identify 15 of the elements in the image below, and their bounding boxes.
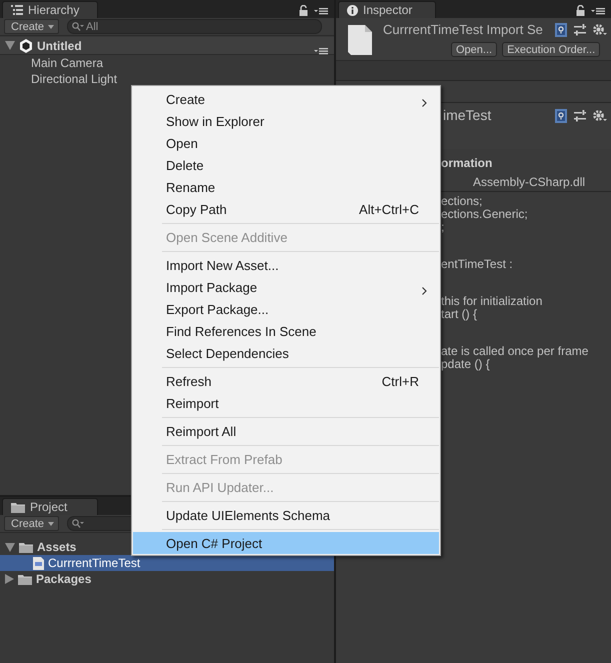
import-settings-title: CurrrentTimeTest Import Se bbox=[383, 22, 543, 37]
assembly-name: Assembly-CSharp.dll bbox=[473, 175, 586, 189]
code-line: ate is called once per frame bbox=[441, 344, 588, 358]
shortcut-label: Alt+Ctrl+C bbox=[359, 202, 419, 216]
code-line: tart () { bbox=[441, 307, 478, 321]
section-heading: ormation bbox=[441, 156, 492, 170]
code-line: ections; bbox=[441, 194, 482, 208]
code-line: pdate () { bbox=[441, 357, 490, 371]
code-line: this for initialization bbox=[441, 294, 542, 308]
component-title: imeTest bbox=[443, 107, 492, 123]
shortcut-label: Ctrl+R bbox=[382, 374, 419, 388]
code-line: ections.Generic; bbox=[441, 207, 528, 221]
scene-name: Untitled bbox=[37, 38, 82, 52]
code-line: ; bbox=[441, 220, 444, 234]
code-line: entTimeTest : bbox=[441, 257, 513, 271]
